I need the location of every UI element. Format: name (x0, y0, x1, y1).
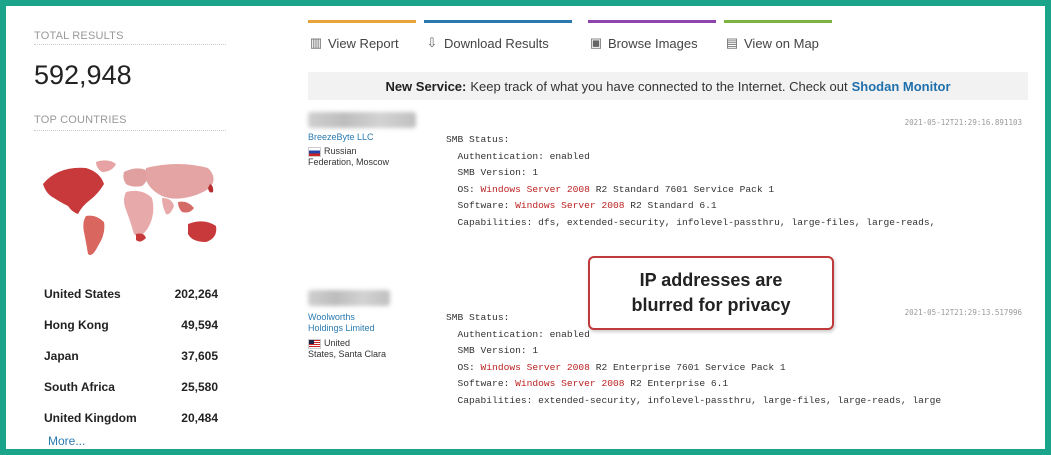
os-line: OS: Windows Server 2008 R2 Standard 7601… (446, 183, 775, 195)
south-america-shape (83, 215, 105, 255)
os-name: Windows Server 2008 (480, 361, 590, 373)
country-count: 25,580 (181, 379, 218, 394)
auth-line: Authentication: enabled (446, 328, 590, 340)
country-row[interactable]: United States 202,264 (44, 278, 224, 309)
location-line1: United (324, 338, 351, 348)
country-name: Hong Kong (44, 317, 109, 332)
result-banner-text: SMB Status: Authentication: enabled SMB … (446, 132, 1026, 232)
software-prefix: Software: (446, 200, 516, 212)
callout-line2: blurred for privacy (631, 295, 791, 315)
download-results-button[interactable]: ⇩ Download Results (424, 20, 572, 56)
software-prefix: Software: (446, 378, 516, 390)
image-icon: ▣ (589, 35, 603, 50)
results-toolbar: ▥ View Report ⇩ Download Results ▣ Brows… (306, 20, 1036, 64)
capabilities-line: Capabilities: dfs, extended-security, in… (446, 216, 936, 228)
callout-line1: IP addresses are (639, 270, 783, 290)
os-rest: R2 Standard 7601 Service Pack 1 (589, 183, 775, 195)
sidebar: TOTAL RESULTS 592,948 TOP COUNTRIES Unit… (28, 20, 228, 448)
smb-status-line: SMB Status: (446, 312, 510, 323)
banner-bold: New Service: (385, 78, 467, 94)
browse-images-accent (588, 20, 716, 23)
map-icon: ▤ (725, 35, 739, 50)
country-row[interactable]: United Kingdom 20,484 (44, 402, 224, 433)
asia-shape (146, 164, 214, 199)
india-shape (162, 198, 174, 215)
result-timestamp: 2021-05-12T21:29:16.891103 (904, 118, 1022, 127)
country-count: 49,594 (181, 317, 218, 332)
screenshot-frame: TOTAL RESULTS 592,948 TOP COUNTRIES Unit… (0, 0, 1051, 455)
top-countries-label: TOP COUNTRIES (34, 114, 226, 131)
result-item: BreezeByte LLC Russian Federation, Mosco… (306, 108, 1036, 258)
location-line1: Russian (324, 146, 357, 156)
north-america-shape (43, 167, 104, 214)
new-service-banner: New Service: Keep track of what you have… (308, 72, 1028, 100)
software-rest: R2 Standard 6.1 (624, 200, 717, 212)
view-report-button[interactable]: ▥ View Report (308, 20, 416, 56)
auth-line: Authentication: enabled (446, 150, 590, 162)
os-prefix: OS: (446, 183, 481, 195)
download-results-label: Download Results (444, 35, 549, 51)
banner-text: Keep track of what you have connected to… (470, 78, 848, 94)
results-panel: ▥ View Report ⇩ Download Results ▣ Brows… (306, 20, 1036, 450)
country-name: United Kingdom (44, 410, 137, 425)
result-org-link[interactable]: Woolworths Holdings Limited (308, 312, 384, 334)
result-location: Russian Federation, Moscow (308, 146, 389, 168)
country-name: Japan (44, 348, 79, 363)
view-on-map-label: View on Map (744, 35, 819, 51)
australia-shape (188, 221, 217, 242)
countries-table: United States 202,264 Hong Kong 49,594 J… (44, 278, 224, 433)
country-count: 202,264 (174, 286, 218, 301)
africa-shape (124, 190, 154, 236)
download-icon: ⇩ (426, 35, 438, 50)
privacy-callout: IP addresses are blurred for privacy (588, 256, 834, 330)
total-results-value: 592,948 (34, 60, 132, 90)
country-name: South Africa (44, 379, 115, 394)
usa-flag-icon (308, 338, 321, 349)
southeast-asia-shape (178, 201, 194, 213)
view-on-map-button[interactable]: ▤ View on Map (724, 20, 832, 56)
south-africa-shape (136, 233, 146, 242)
location-line2: Federation, Moscow (308, 157, 390, 167)
view-report-label: View Report (328, 35, 399, 51)
world-map (43, 160, 217, 255)
russia-flag-icon (308, 146, 321, 157)
software-rest: R2 Enterprise 6.1 (624, 378, 729, 390)
country-count: 37,605 (181, 348, 218, 363)
browse-images-label: Browse Images (608, 35, 698, 51)
capabilities-line: Capabilities: extended-security, infolev… (446, 394, 942, 406)
software-line: Software: Windows Server 2008 R2 Enterpr… (446, 378, 729, 390)
browse-images-button[interactable]: ▣ Browse Images (588, 20, 716, 56)
smb-status-line: SMB Status: (446, 134, 510, 145)
blurred-ip-address[interactable] (308, 290, 390, 306)
version-line: SMB Version: 1 (446, 167, 539, 179)
software-line: Software: Windows Server 2008 R2 Standar… (446, 200, 717, 211)
os-line: OS: Windows Server 2008 R2 Enterprise 76… (446, 362, 786, 373)
result-location: United States, Santa Clara (308, 338, 386, 360)
country-name: United States (44, 286, 121, 301)
location-line2: States, Santa Clara (308, 349, 387, 359)
chart-icon: ▥ (309, 35, 323, 50)
os-prefix: OS: (446, 361, 481, 373)
total-results-label: TOTAL RESULTS (34, 30, 226, 45)
greenland-shape (96, 160, 116, 172)
shodan-monitor-link[interactable]: Shodan Monitor (852, 79, 951, 94)
more-countries-link[interactable]: More... (48, 434, 85, 448)
os-name: Windows Server 2008 (480, 183, 590, 195)
europe-shape (123, 168, 148, 187)
country-row[interactable]: South Africa 25,580 (44, 371, 224, 402)
version-line: SMB Version: 1 (446, 345, 539, 357)
software-name: Windows Server 2008 (515, 378, 625, 390)
country-row[interactable]: Hong Kong 49,594 (44, 309, 224, 340)
country-row[interactable]: Japan 37,605 (44, 340, 224, 371)
result-org-link[interactable]: BreezeByte LLC (308, 132, 374, 143)
view-report-accent (308, 20, 416, 23)
download-results-accent (424, 20, 572, 23)
country-count: 20,484 (181, 410, 218, 425)
view-on-map-accent (724, 20, 832, 23)
blurred-ip-address[interactable] (308, 112, 416, 128)
software-name: Windows Server 2008 (515, 200, 625, 212)
os-rest: R2 Enterprise 7601 Service Pack 1 (589, 361, 786, 373)
